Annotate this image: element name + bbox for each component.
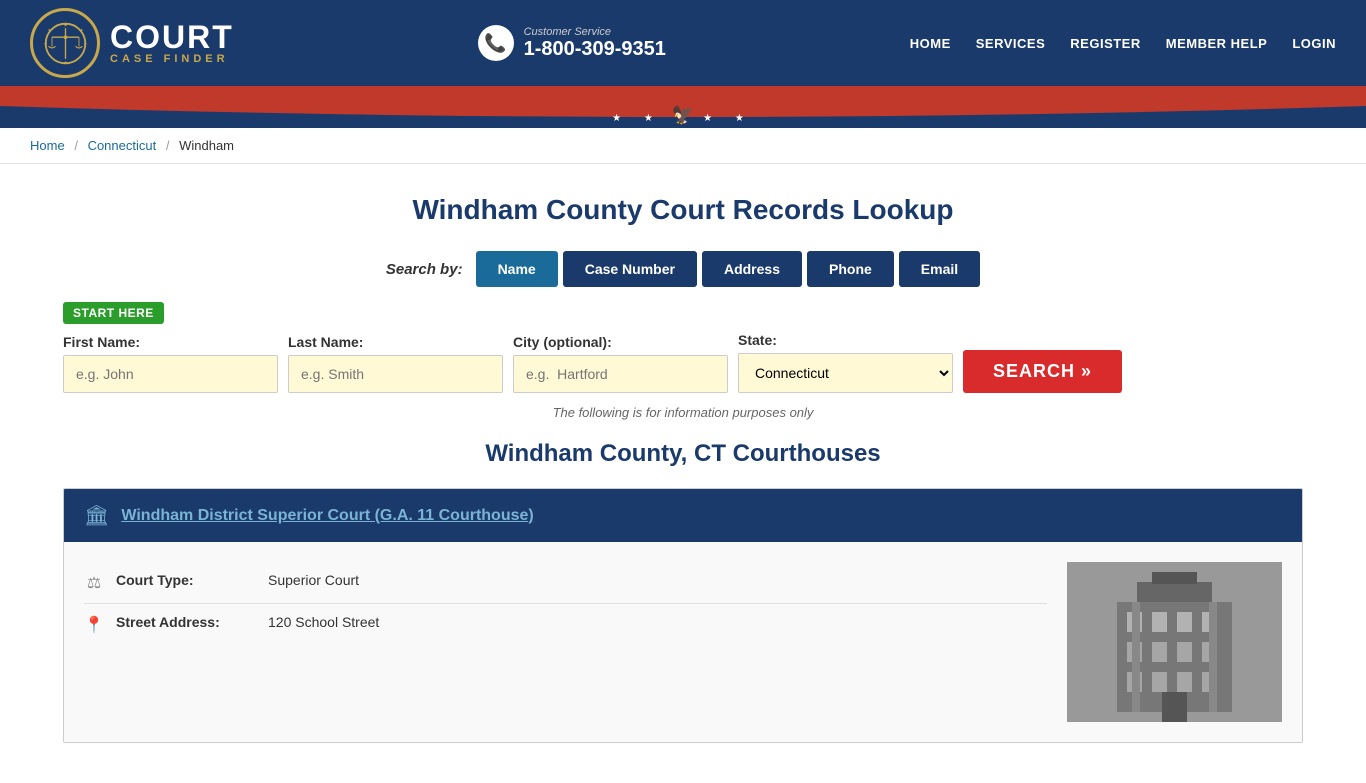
svg-text:★: ★ [43, 41, 48, 46]
last-name-label: Last Name: [288, 334, 503, 350]
address-value: 120 School Street [268, 614, 379, 630]
phone-icon: 📞 [478, 25, 514, 61]
gavel-icon: ⚖ [84, 573, 104, 593]
site-header: ★ ★ ★ ★ ★ ★ COURT CASE FINDER 📞 Customer… [0, 0, 1366, 128]
customer-service: 📞 Customer Service 1-800-309-9351 [478, 25, 666, 61]
courthouse-body: ⚖ Court Type: Superior Court 📍 Street Ad… [64, 542, 1302, 742]
detail-row-address: 📍 Street Address: 120 School Street [84, 604, 1047, 645]
city-input[interactable] [513, 355, 728, 393]
state-label: State: [738, 332, 953, 348]
cs-text: Customer Service 1-800-309-9351 [524, 26, 666, 61]
city-label: City (optional): [513, 334, 728, 350]
search-button[interactable]: SEARCH » [963, 350, 1122, 393]
nav-member-help[interactable]: MEMBER HELP [1166, 36, 1268, 51]
first-name-input[interactable] [63, 355, 278, 393]
first-name-group: First Name: [63, 334, 278, 393]
cs-label: Customer Service [524, 26, 666, 38]
building-illustration [1067, 562, 1282, 722]
eagle-banner: ★ ★ 🦅 ★ ★ [612, 105, 754, 126]
courthouse-name-link[interactable]: Windham District Superior Court (G.A. 11… [121, 507, 533, 525]
tab-case-number[interactable]: Case Number [563, 251, 697, 287]
logo-court-text: COURT [110, 21, 234, 53]
courthouse-image [1067, 562, 1282, 722]
courthouse-card: 🏛 Windham District Superior Court (G.A. … [63, 488, 1303, 743]
tab-email[interactable]: Email [899, 251, 980, 287]
logo-circle: ★ ★ ★ ★ ★ ★ [30, 8, 100, 78]
logo-area: ★ ★ ★ ★ ★ ★ COURT CASE FINDER [30, 8, 234, 78]
search-form: First Name: Last Name: City (optional): … [63, 332, 1303, 393]
tab-address[interactable]: Address [702, 251, 802, 287]
info-note: The following is for information purpose… [63, 405, 1303, 420]
main-content: Windham County Court Records Lookup Sear… [33, 164, 1333, 783]
courthouse-icon: 🏛 [84, 503, 109, 528]
nav-services[interactable]: SERVICES [976, 36, 1046, 51]
breadcrumb-sep-2: / [166, 138, 170, 153]
svg-text:★: ★ [80, 27, 84, 31]
state-group: State: Connecticut Alabama Alaska Arizon… [738, 332, 953, 393]
courthouses-title: Windham County, CT Courthouses [63, 440, 1303, 468]
first-name-label: First Name: [63, 334, 278, 350]
tab-phone[interactable]: Phone [807, 251, 894, 287]
city-group: City (optional): [513, 334, 728, 393]
svg-text:★: ★ [83, 41, 88, 46]
court-type-value: Superior Court [268, 572, 359, 588]
courthouse-header: 🏛 Windham District Superior Court (G.A. … [64, 489, 1302, 542]
breadcrumb: Home / Connecticut / Windham [0, 128, 1366, 164]
last-name-group: Last Name: [288, 334, 503, 393]
nav-login[interactable]: LOGIN [1292, 36, 1336, 51]
page-title: Windham County Court Records Lookup [63, 194, 1303, 226]
search-by-label: Search by: [386, 261, 463, 278]
logo-text: COURT CASE FINDER [110, 21, 234, 65]
pin-icon: 📍 [84, 615, 104, 635]
nav-home[interactable]: HOME [910, 36, 951, 51]
breadcrumb-connecticut[interactable]: Connecticut [88, 138, 157, 153]
nav-register[interactable]: REGISTER [1070, 36, 1140, 51]
start-here-badge: START HERE [63, 302, 164, 324]
main-nav: HOME SERVICES REGISTER MEMBER HELP LOGIN [910, 36, 1336, 51]
breadcrumb-home[interactable]: Home [30, 138, 65, 153]
logo-case-finder-text: CASE FINDER [110, 53, 234, 65]
state-select[interactable]: Connecticut Alabama Alaska Arizona Arkan… [738, 353, 953, 393]
address-label: Street Address: [116, 614, 256, 630]
breadcrumb-windham: Windham [179, 138, 234, 153]
cs-phone: 1-800-309-9351 [524, 38, 666, 61]
detail-row-court-type: ⚖ Court Type: Superior Court [84, 562, 1047, 604]
courthouse-details: ⚖ Court Type: Superior Court 📍 Street Ad… [84, 562, 1047, 722]
search-by-row: Search by: Name Case Number Address Phon… [63, 251, 1303, 287]
court-type-label: Court Type: [116, 572, 256, 588]
breadcrumb-sep-1: / [74, 138, 78, 153]
last-name-input[interactable] [288, 355, 503, 393]
tab-name[interactable]: Name [476, 251, 558, 287]
